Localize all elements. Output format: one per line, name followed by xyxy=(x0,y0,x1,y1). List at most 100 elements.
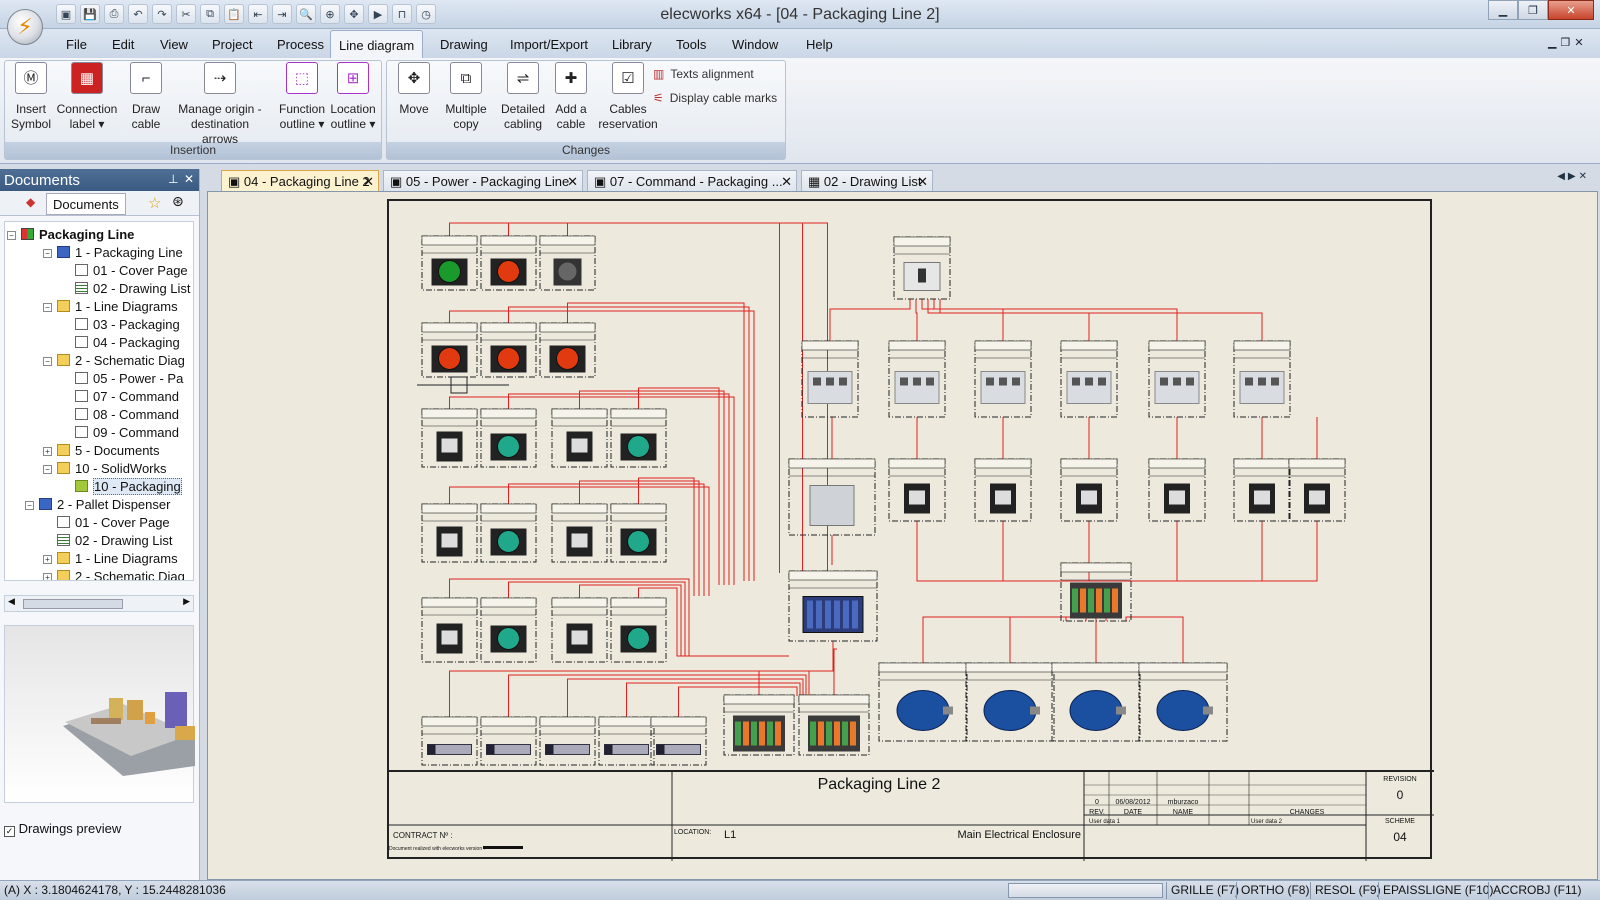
collapse-icon[interactable]: − xyxy=(43,249,52,258)
tree-item[interactable]: 09 - Command xyxy=(61,424,179,442)
insert-symbol-button[interactable]: Ⓜ Insert Symbol xyxy=(6,62,56,132)
collapse-icon[interactable]: − xyxy=(7,231,16,240)
close-tab-icon[interactable]: ✕ xyxy=(917,174,928,190)
location-outline-button[interactable]: ⊞ Location outline ▾ xyxy=(328,62,378,132)
menu-edit[interactable]: Edit xyxy=(112,37,134,52)
collapse-icon[interactable]: − xyxy=(43,303,52,312)
documents-tab[interactable]: Documents xyxy=(46,193,126,215)
status-toggle-grille[interactable]: GRILLE (F7) xyxy=(1166,882,1243,899)
mdi-controls[interactable]: ▁❐✕ xyxy=(1548,36,1588,49)
menu-file[interactable]: File xyxy=(66,37,87,52)
tree-item[interactable]: − 2 - Schematic Diag xyxy=(43,352,185,370)
tree-item[interactable]: 02 - Drawing List xyxy=(43,532,173,550)
function-outline-button[interactable]: ⬚ Function outline ▾ xyxy=(276,62,328,132)
tree-item[interactable]: 07 - Command xyxy=(61,388,179,406)
symbol-header xyxy=(539,322,596,333)
tab-nav-controls[interactable]: ◀▶✕ xyxy=(1557,171,1590,182)
document-tree: − Packaging Line − 1 - Packaging Line 01 - C… xyxy=(4,221,194,581)
status-toggle-ortho[interactable]: ORTHO (F8) xyxy=(1236,882,1313,899)
favorites-icon[interactable]: ☆ xyxy=(148,194,161,212)
tree-item[interactable]: − 10 - SolidWorks xyxy=(43,460,167,478)
menu-line-diagram[interactable]: Line diagram xyxy=(330,30,424,58)
menu-import-export[interactable]: Import/Export xyxy=(510,37,588,52)
tree-item[interactable]: 01 - Cover Page xyxy=(43,514,170,532)
origin-destination-arrows-button[interactable]: ⇢ Manage origin - destination arrows xyxy=(172,62,268,147)
documents-tab-icon: ◆ xyxy=(26,195,36,209)
sensor-head xyxy=(427,744,436,755)
tree-item[interactable]: 01 - Cover Page xyxy=(61,262,188,280)
document-tab[interactable]: ▣ 05 - Power - Packaging Line ✕ xyxy=(383,170,583,191)
menu-library[interactable]: Library xyxy=(612,37,652,52)
move-button[interactable]: ✥ Move xyxy=(392,62,436,117)
status-toggle-accrobj[interactable]: ACCROBJ (F11) xyxy=(1488,882,1585,899)
tree-item[interactable]: − 2 - Pallet Dispenser xyxy=(25,496,170,514)
close-panel-icon[interactable]: ✕ xyxy=(184,172,194,186)
contactor-face xyxy=(571,438,588,453)
menu-help[interactable]: Help xyxy=(806,37,833,52)
expand-icon[interactable]: + xyxy=(43,555,52,564)
symbol-icon[interactable]: ⊛ xyxy=(172,194,184,210)
tree-item[interactable]: − 1 - Line Diagrams xyxy=(43,298,178,316)
tree-item[interactable]: 08 - Command xyxy=(61,406,179,424)
display-cable-marks-button[interactable]: ⚟ Display cable marks xyxy=(653,91,777,105)
tree-item[interactable]: +2 - Schematic Diag xyxy=(43,568,185,580)
add-cable-button[interactable]: ✚ Add a cable xyxy=(548,62,594,132)
collapse-icon[interactable]: − xyxy=(43,357,52,366)
tree-item[interactable]: 05 - Power - Pa xyxy=(61,370,183,388)
expand-icon[interactable]: + xyxy=(43,573,52,580)
plc-module xyxy=(834,600,840,629)
menu-window[interactable]: Window xyxy=(732,37,778,52)
tree-scrollbar[interactable]: ◀ ▶ xyxy=(4,595,194,612)
close-tab-icon[interactable]: ✕ xyxy=(781,174,792,190)
tree-item[interactable]: 04 - Packaging xyxy=(61,334,180,352)
close-button[interactable]: ✕ xyxy=(1548,0,1594,20)
wire xyxy=(927,299,1090,341)
minimize-button[interactable]: ▁ xyxy=(1488,0,1518,20)
tree-item[interactable]: 03 - Packaging xyxy=(61,316,180,334)
collapse-icon[interactable]: − xyxy=(43,465,52,474)
cables-reservation-button[interactable]: ☑ Cables reservation xyxy=(596,62,660,132)
scroll-thumb[interactable] xyxy=(23,599,123,609)
menu-tools[interactable]: Tools xyxy=(676,37,706,52)
tab-label: 05 - Power - Packaging Line xyxy=(405,174,570,189)
pin-icon[interactable]: ⊥ xyxy=(168,172,178,186)
draw-cable-button[interactable]: ⌐ Draw cable xyxy=(124,62,168,132)
line-icon xyxy=(57,246,70,258)
breaker-toggle xyxy=(1072,377,1080,386)
connection-label-button[interactable]: ▦ Connection label ▾ xyxy=(54,62,120,132)
status-toggle-resol[interactable]: RESOL (F9) xyxy=(1310,882,1385,899)
folder-icon xyxy=(57,552,70,564)
close-tab-icon[interactable]: ✕ xyxy=(363,174,374,190)
checkbox[interactable]: ✓ xyxy=(4,826,15,837)
menu-view[interactable]: View xyxy=(160,37,188,52)
breaker-toggle xyxy=(1098,377,1106,386)
document-tab[interactable]: ▣ 04 - Packaging Line 2 ✕ xyxy=(221,170,379,191)
ribbon-scroll[interactable] xyxy=(1586,60,1596,160)
menu-project[interactable]: Project xyxy=(212,37,252,52)
tree-item[interactable]: +1 - Line Diagrams xyxy=(43,550,178,568)
menu-drawing[interactable]: Drawing xyxy=(440,37,488,52)
expand-icon[interactable]: + xyxy=(43,447,52,456)
tree-item[interactable]: − Packaging Line xyxy=(7,226,134,244)
texts-alignment-button[interactable]: ▥ Texts alignment xyxy=(653,67,754,81)
collapse-icon[interactable]: − xyxy=(25,501,34,510)
tree-item[interactable]: 02 - Drawing List xyxy=(61,280,191,298)
multiple-copy-button[interactable]: ⧉ Multiple copy xyxy=(436,62,496,132)
menu-process[interactable]: Process xyxy=(277,37,324,52)
restore-button[interactable]: ❐ xyxy=(1518,0,1548,20)
tree-item[interactable]: − 1 - Packaging Line xyxy=(43,244,183,262)
document-tab[interactable]: ▣ 07 - Command - Packaging ... ✕ xyxy=(587,170,797,191)
detailed-cabling-button[interactable]: ⇌ Detailed cabling xyxy=(498,62,548,132)
status-toggle-epaissligne[interactable]: EPAISSLIGNE (F10) xyxy=(1378,882,1497,899)
document-tab[interactable]: ▦ 02 - Drawing List ✕ xyxy=(801,170,933,191)
application-menu-button[interactable]: ⚡ xyxy=(7,9,43,45)
tree-item[interactable]: 10 - Packaging xyxy=(61,478,182,496)
symbol-header xyxy=(539,235,596,246)
drawings-preview-toggle[interactable]: ✓ Drawings preview xyxy=(4,821,194,841)
close-tab-icon[interactable]: ✕ xyxy=(567,174,578,190)
wire xyxy=(829,299,911,341)
wire xyxy=(449,396,735,585)
breaker-toggle xyxy=(900,377,908,386)
tree-item[interactable]: +5 - Documents xyxy=(43,442,160,460)
symbol-header xyxy=(421,235,478,246)
